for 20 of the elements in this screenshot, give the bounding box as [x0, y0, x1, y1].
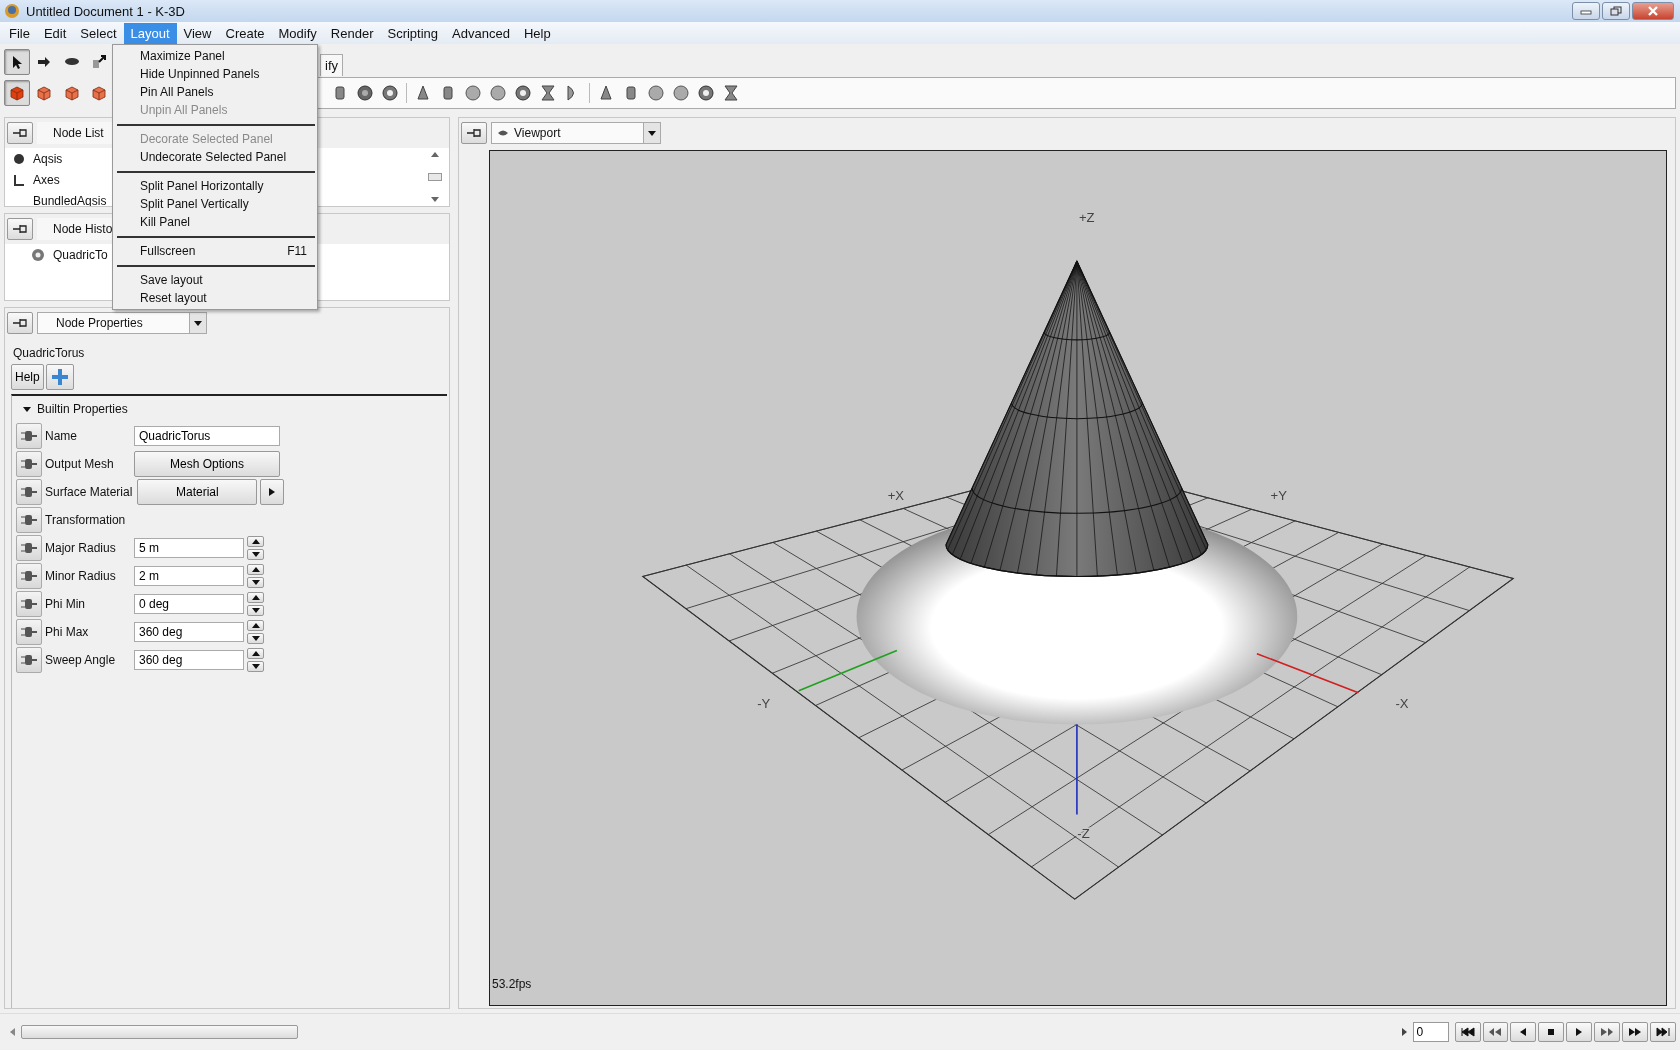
property-label: Minor Radius — [45, 569, 117, 583]
property-label: Phi Max — [45, 625, 90, 639]
property-label: Transformation — [45, 513, 127, 527]
section-title: Builtin Properties — [37, 402, 128, 416]
window-title: Untitled Document 1 - K-3D — [26, 3, 185, 19]
property-label: Surface Material — [45, 485, 133, 499]
node-name: QuadricTorus — [12, 345, 86, 362]
property-label: Phi Min — [45, 597, 86, 611]
axis-label: -Z — [1077, 826, 1090, 841]
property-label: Sweep Angle — [45, 653, 117, 667]
property-label: Name — [45, 429, 78, 443]
property-label: Output Mesh — [45, 457, 115, 471]
axis-label: -Y — [757, 695, 771, 711]
panel-title: Node Histo — [37, 218, 113, 240]
axis-label: -X — [1395, 695, 1409, 711]
property-label: Major Radius — [45, 541, 117, 555]
axis-label: +Z — [1078, 210, 1095, 225]
axis-label: +Y — [1270, 488, 1287, 504]
axis-label: +X — [887, 488, 904, 504]
fps-counter: 53.2fps — [492, 977, 532, 991]
